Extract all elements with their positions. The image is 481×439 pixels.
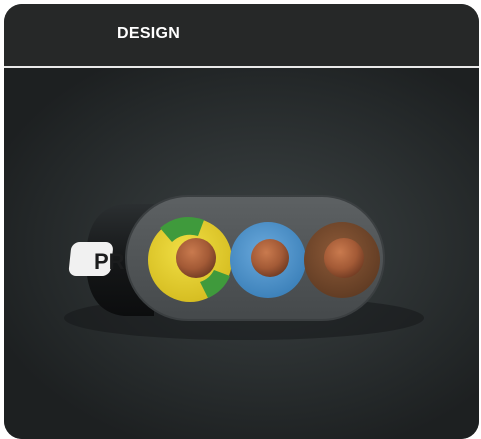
live-conductor (304, 222, 380, 298)
cable-cross-section-image: PRA (4, 68, 479, 439)
cable-illustration: PRA (64, 195, 424, 340)
neutral-conductor (230, 222, 306, 298)
design-card: DESIGN PRA (4, 4, 479, 439)
card-header: DESIGN (4, 4, 479, 66)
card-title: DESIGN (117, 25, 181, 42)
